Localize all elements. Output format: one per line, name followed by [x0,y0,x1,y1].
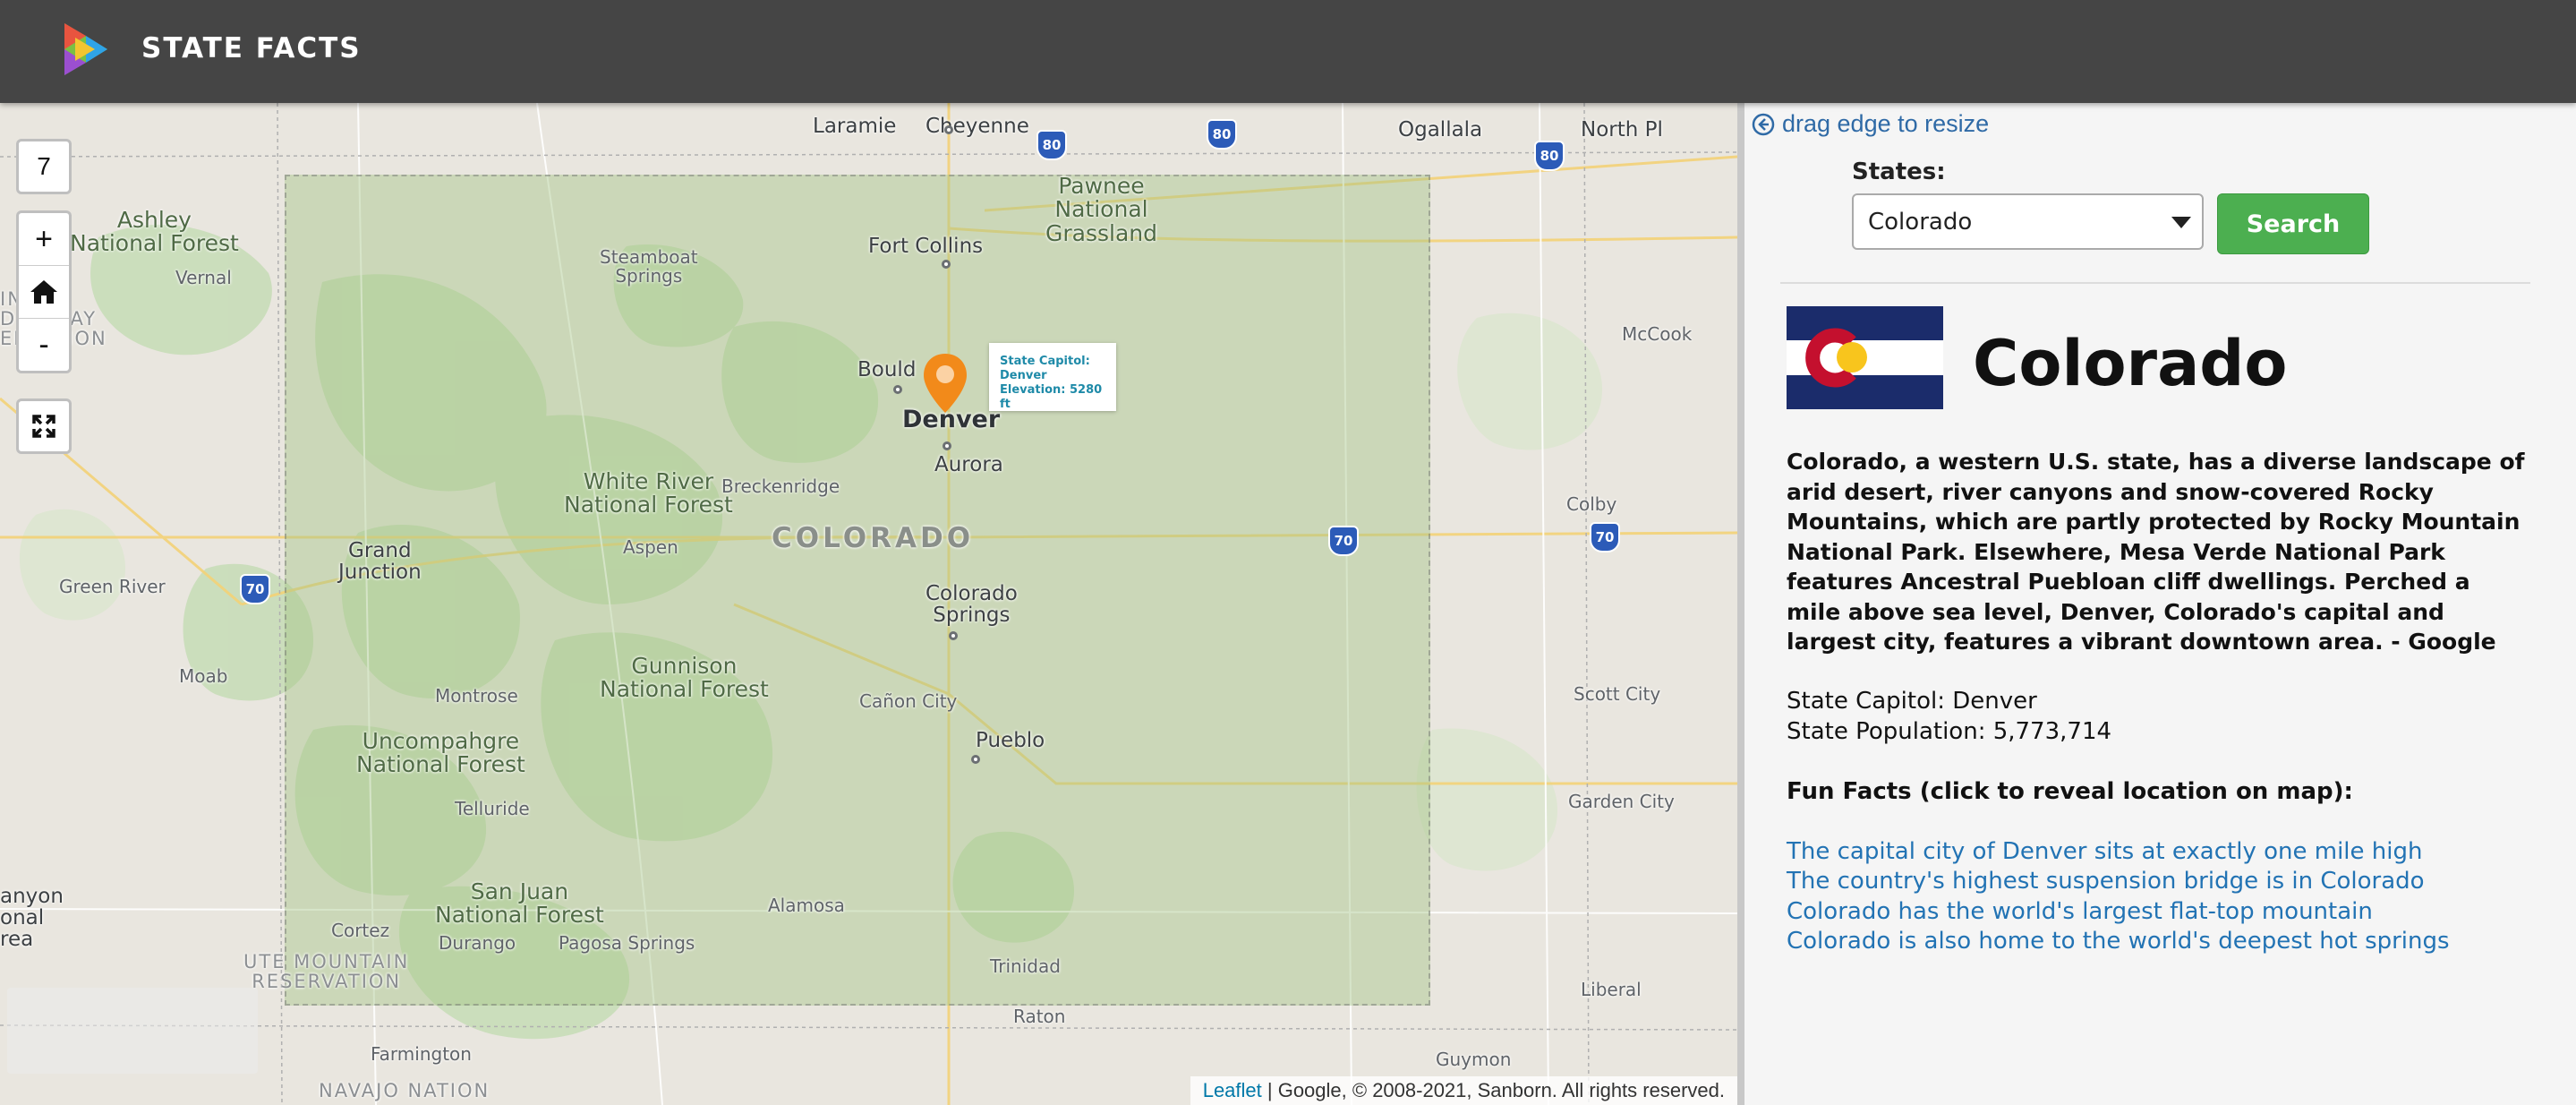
info-sidebar: drag edge to resize States: Colorado Sea… [1744,103,2576,1105]
map-control-group: + - [16,210,72,373]
leaflet-link[interactable]: Leaflet [1203,1079,1262,1102]
map-label-alamosa: Alamosa [768,895,845,916]
fun-fact-link[interactable]: The capital city of Denver sits at exact… [1787,837,2529,868]
map-label-laramie: Laramie [813,115,897,138]
zoom-in-button[interactable]: + [19,213,69,266]
state-info: Colorado, a western U.S. state, has a di… [1787,447,2529,957]
map-label-boulder: Bould [857,358,917,381]
map-label-grand-junction: Grand Junction [338,539,422,585]
popup-line-2: Denver [1000,369,1047,382]
state-capitol: State Capitol: Denver [1787,688,2037,715]
resize-hint[interactable]: drag edge to resize [1752,110,1989,138]
home-icon [30,280,57,304]
map-label-canyon: anyon onal rea [0,885,64,952]
map-minimap [7,988,258,1074]
state-select-value: Colorado [1868,208,1973,236]
map-label-raton: Raton [1013,1006,1066,1027]
interstate-shield-icon: 80 [1036,130,1067,160]
city-dot [949,631,958,640]
map-label-colby: Colby [1566,493,1617,515]
map-label-aurora: Aurora [934,453,1003,476]
map-label-liberal: Liberal [1581,979,1642,1000]
fun-fact-link[interactable]: Colorado is also home to the world's dee… [1787,927,2529,957]
map-label-pueblo: Pueblo [976,729,1045,752]
map-label-vernal: Vernal [175,267,232,288]
map-attribution: Leaflet | Google, © 2008-2021, Sanborn. … [1190,1076,1737,1105]
city-dot [942,260,951,269]
map-label-north-platte: North Pl [1581,118,1663,141]
states-label: States: [1852,158,1946,185]
map-label-scott-city: Scott City [1574,683,1661,705]
app-title: STATE FACTS [141,32,362,64]
map-label-pawnee: Pawnee National Grassland [1045,173,1157,246]
arrow-left-circle-icon [1752,113,1775,135]
state-select[interactable]: Colorado [1852,193,2204,250]
fun-facts-heading: Fun Facts (click to reveal location on m… [1787,777,2353,805]
map-label-telluride: Telluride [455,798,530,819]
map-label-guymon: Guymon [1436,1049,1512,1070]
popup-line-3: Elevation: 5280 ft [1000,383,1103,411]
map-label-steamboat: Steamboat Springs [600,246,698,287]
map-label-ashley: Ashley National Forest [70,207,239,257]
city-dot [971,755,980,764]
popup-line-1: State Capitol: [1000,355,1090,368]
chevron-down-icon [2171,217,2191,228]
resize-handle[interactable] [1737,103,1744,1105]
home-button[interactable] [19,266,69,319]
map-label-cheyenne: Cheyenne [925,115,1029,138]
fun-fact-link[interactable]: The country's highest suspension bridge … [1787,867,2529,897]
zoom-out-button[interactable]: - [19,319,69,371]
app-header: STATE FACTS [0,0,2576,103]
map-label-durango: Durango [439,932,516,954]
interstate-shield-icon: 80 [1207,119,1237,150]
interstate-shield-icon: 70 [1590,522,1620,552]
map-label-montrose: Montrose [435,685,518,707]
state-description: Colorado, a western U.S. state, has a di… [1787,449,2525,655]
map-marker-icon[interactable] [922,352,968,415]
map-label-colorado-springs: Colorado Springs [925,582,1018,628]
interstate-shield-icon: 70 [1328,526,1359,556]
map-label-san-juan: San Juan National Forest [435,878,604,929]
search-button[interactable]: Search [2217,193,2369,254]
state-name-heading: Colorado [1973,327,2288,400]
resize-hint-label: drag edge to resize [1782,110,1990,137]
map-label-trinidad: Trinidad [990,955,1061,977]
map-label-mccook: McCook [1622,323,1693,345]
city-dot [944,125,953,134]
interstate-shield-icon: 70 [240,574,270,604]
map-label-breckenridge: Breckenridge [721,475,840,497]
city-dot [893,385,902,394]
fullscreen-icon [32,415,55,438]
map-label-pagosa: Pagosa Springs [559,932,695,954]
map-label-ogallala: Ogallala [1398,118,1483,141]
map-label-farmington: Farmington [371,1043,472,1065]
map-label-ute-mountain: UTE MOUNTAIN RESERVATION [243,951,410,993]
marker-popup: State Capitol: Denver Elevation: 5280 ft [989,343,1116,411]
map-label-cortez: Cortez [331,920,390,941]
app-logo-icon[interactable] [55,20,115,79]
map-label-moab: Moab [179,665,228,687]
map-label-fort-collins: Fort Collins [868,235,984,258]
state-population: State Population: 5,773,714 [1787,717,2112,745]
zoom-level-display: 7 [16,139,72,194]
map-label-green-river: Green River [59,576,166,597]
map-label-garden-city: Garden City [1568,791,1675,812]
state-flag-image [1787,306,1943,409]
map-label-aspen: Aspen [623,536,678,558]
map-label-gunnison: Gunnison National Forest [600,653,769,703]
fullscreen-button[interactable] [16,398,72,454]
attribution-text: | Google, © 2008-2021, Sanborn. All righ… [1261,1079,1725,1101]
fun-fact-link[interactable]: Colorado has the world's largest flat-to… [1787,897,2529,928]
map-label-uncompahgre: Uncompahgre National Forest [356,728,525,778]
interstate-shield-icon: 80 [1534,141,1565,171]
map-label-navajo: NAVAJO NATION [319,1080,490,1101]
map-label-colorado: COLORADO [772,522,975,554]
map-label-white-river: White River National Forest [564,468,733,518]
city-dot [943,441,951,450]
map-view[interactable]: Laramie Cheyenne Ogallala North Pl Pawne… [0,103,1737,1105]
map-label-canon-city: Cañon City [859,690,958,712]
divider [1780,282,2530,284]
